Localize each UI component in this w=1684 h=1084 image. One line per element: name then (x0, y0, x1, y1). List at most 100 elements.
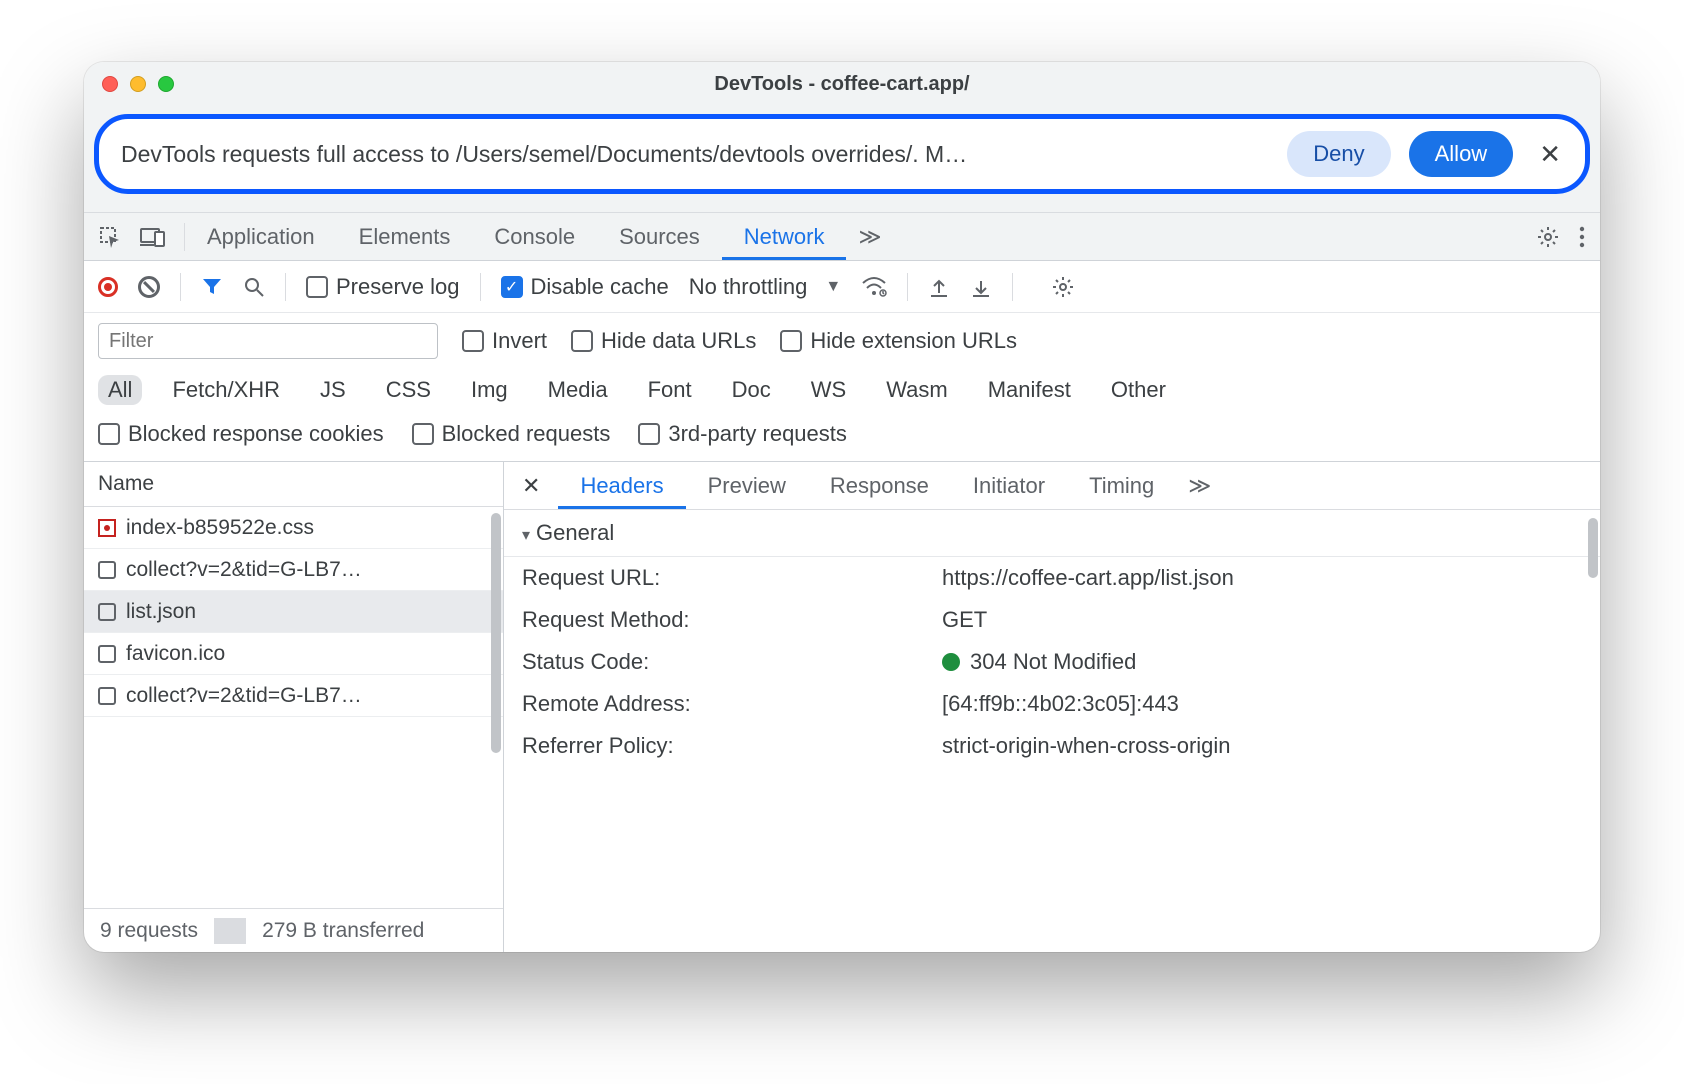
clear-icon[interactable] (138, 276, 160, 298)
tab-preview[interactable]: Preview (686, 462, 808, 509)
value: strict-origin-when-cross-origin (942, 733, 1582, 759)
tab-response[interactable]: Response (808, 462, 951, 509)
hide-extension-urls-checkbox[interactable]: Hide extension URLs (780, 328, 1017, 354)
request-row[interactable]: collect?v=2&tid=G-LB7… (84, 549, 503, 591)
name-column-header[interactable]: Name (84, 462, 503, 507)
search-icon[interactable] (243, 276, 265, 298)
scrollbar[interactable] (1588, 518, 1598, 946)
network-settings-gear-icon[interactable] (1051, 275, 1075, 299)
separator (214, 918, 246, 944)
type-other[interactable]: Other (1101, 375, 1176, 405)
request-row[interactable]: index-b859522e.css (84, 507, 503, 549)
zoom-window-icon[interactable] (158, 76, 174, 92)
throttling-value: No throttling (689, 274, 808, 300)
type-js[interactable]: JS (310, 375, 356, 405)
settings-gear-icon[interactable] (1536, 225, 1560, 249)
close-detail-icon[interactable]: ✕ (512, 473, 558, 499)
deny-button[interactable]: Deny (1287, 131, 1390, 177)
request-name: favicon.ico (126, 642, 225, 666)
blocked-requests-checkbox[interactable]: Blocked requests (412, 421, 611, 447)
tab-console[interactable]: Console (472, 213, 597, 260)
device-toolbar-icon[interactable] (140, 226, 166, 248)
type-all[interactable]: All (98, 375, 142, 405)
permission-infobar: DevTools requests full access to /Users/… (94, 114, 1590, 194)
checkbox-icon (98, 561, 116, 579)
network-toolbar: Preserve log ✓ Disable cache No throttli… (84, 261, 1600, 313)
type-wasm[interactable]: Wasm (876, 375, 958, 405)
filter-icon[interactable] (201, 276, 223, 298)
separator (1012, 273, 1013, 301)
type-manifest[interactable]: Manifest (978, 375, 1081, 405)
inspect-element-icon[interactable] (98, 225, 122, 249)
key: Status Code: (522, 649, 942, 675)
request-name: collect?v=2&tid=G-LB7… (126, 684, 362, 708)
third-party-checkbox[interactable]: 3rd-party requests (638, 421, 847, 447)
more-detail-tabs-icon[interactable]: ≫ (1176, 473, 1223, 499)
upload-har-icon[interactable] (928, 276, 950, 298)
filter-input[interactable] (98, 323, 438, 359)
hide-data-urls-label: Hide data URLs (601, 328, 756, 354)
tab-timing[interactable]: Timing (1067, 462, 1176, 509)
type-css[interactable]: CSS (376, 375, 441, 405)
tab-sources[interactable]: Sources (597, 213, 722, 260)
preserve-log-label: Preserve log (336, 274, 460, 300)
close-icon[interactable]: ✕ (1531, 139, 1567, 170)
third-party-label: 3rd-party requests (668, 421, 847, 447)
request-list: index-b859522e.css collect?v=2&tid=G-LB7… (84, 507, 503, 908)
filter-bar: Invert Hide data URLs Hide extension URL… (84, 313, 1600, 369)
general-section-header[interactable]: General (504, 510, 1600, 557)
separator (480, 273, 481, 301)
checkbox-checked-icon: ✓ (501, 276, 523, 298)
record-button-icon[interactable] (98, 277, 118, 297)
kv-remote-address: Remote Address: [64:ff9b::4b02:3c05]:443 (504, 683, 1600, 725)
throttling-select[interactable]: No throttling ▼ (689, 274, 841, 300)
kv-request-method: Request Method: GET (504, 599, 1600, 641)
hide-extension-urls-label: Hide extension URLs (810, 328, 1017, 354)
preserve-log-checkbox[interactable]: Preserve log (306, 274, 460, 300)
request-row[interactable]: list.json (84, 591, 503, 633)
value: [64:ff9b::4b02:3c05]:443 (942, 691, 1582, 717)
separator (180, 273, 181, 301)
checkbox-icon (98, 603, 116, 621)
tab-headers[interactable]: Headers (558, 462, 685, 509)
invert-label: Invert (492, 328, 547, 354)
permission-message: DevTools requests full access to /Users/… (121, 141, 1269, 168)
value: https://coffee-cart.app/list.json (942, 565, 1582, 591)
blocked-cookies-checkbox[interactable]: Blocked response cookies (98, 421, 384, 447)
type-doc[interactable]: Doc (722, 375, 781, 405)
more-tabs-icon[interactable]: ≫ (846, 224, 893, 250)
requests-count: 9 requests (84, 919, 214, 943)
more-menu-icon[interactable] (1578, 225, 1586, 249)
scrollbar[interactable] (491, 513, 501, 902)
disable-cache-checkbox[interactable]: ✓ Disable cache (501, 274, 669, 300)
detail-tabstrip: ✕ Headers Preview Response Initiator Tim… (504, 462, 1600, 510)
minimize-window-icon[interactable] (130, 76, 146, 92)
kv-referrer-policy: Referrer Policy: strict-origin-when-cros… (504, 725, 1600, 767)
invert-checkbox[interactable]: Invert (462, 328, 547, 354)
tab-network[interactable]: Network (722, 213, 847, 260)
tab-initiator[interactable]: Initiator (951, 462, 1067, 509)
type-media[interactable]: Media (538, 375, 618, 405)
request-row[interactable]: collect?v=2&tid=G-LB7… (84, 675, 503, 717)
type-fetch-xhr[interactable]: Fetch/XHR (162, 375, 290, 405)
hide-data-urls-checkbox[interactable]: Hide data URLs (571, 328, 756, 354)
type-img[interactable]: Img (461, 375, 518, 405)
permission-infobar-container: DevTools requests full access to /Users/… (84, 106, 1600, 213)
type-font[interactable]: Font (638, 375, 702, 405)
network-conditions-icon[interactable] (861, 276, 887, 298)
tab-elements[interactable]: Elements (337, 213, 473, 260)
type-filter-bar: All Fetch/XHR JS CSS Img Media Font Doc … (84, 369, 1600, 415)
key: Referrer Policy: (522, 733, 942, 759)
extra-filter-bar: Blocked response cookies Blocked request… (84, 415, 1600, 462)
value: GET (942, 607, 1582, 633)
tab-application[interactable]: Application (185, 213, 337, 260)
allow-button[interactable]: Allow (1409, 131, 1514, 177)
close-window-icon[interactable] (102, 76, 118, 92)
main-tabstrip: Application Elements Console Sources Net… (84, 213, 1600, 261)
download-har-icon[interactable] (970, 276, 992, 298)
window-title: DevTools - coffee-cart.app/ (84, 73, 1600, 96)
request-row[interactable]: favicon.ico (84, 633, 503, 675)
blocked-cookies-label: Blocked response cookies (128, 421, 384, 447)
devtools-window: DevTools - coffee-cart.app/ DevTools req… (84, 62, 1600, 952)
type-ws[interactable]: WS (801, 375, 856, 405)
